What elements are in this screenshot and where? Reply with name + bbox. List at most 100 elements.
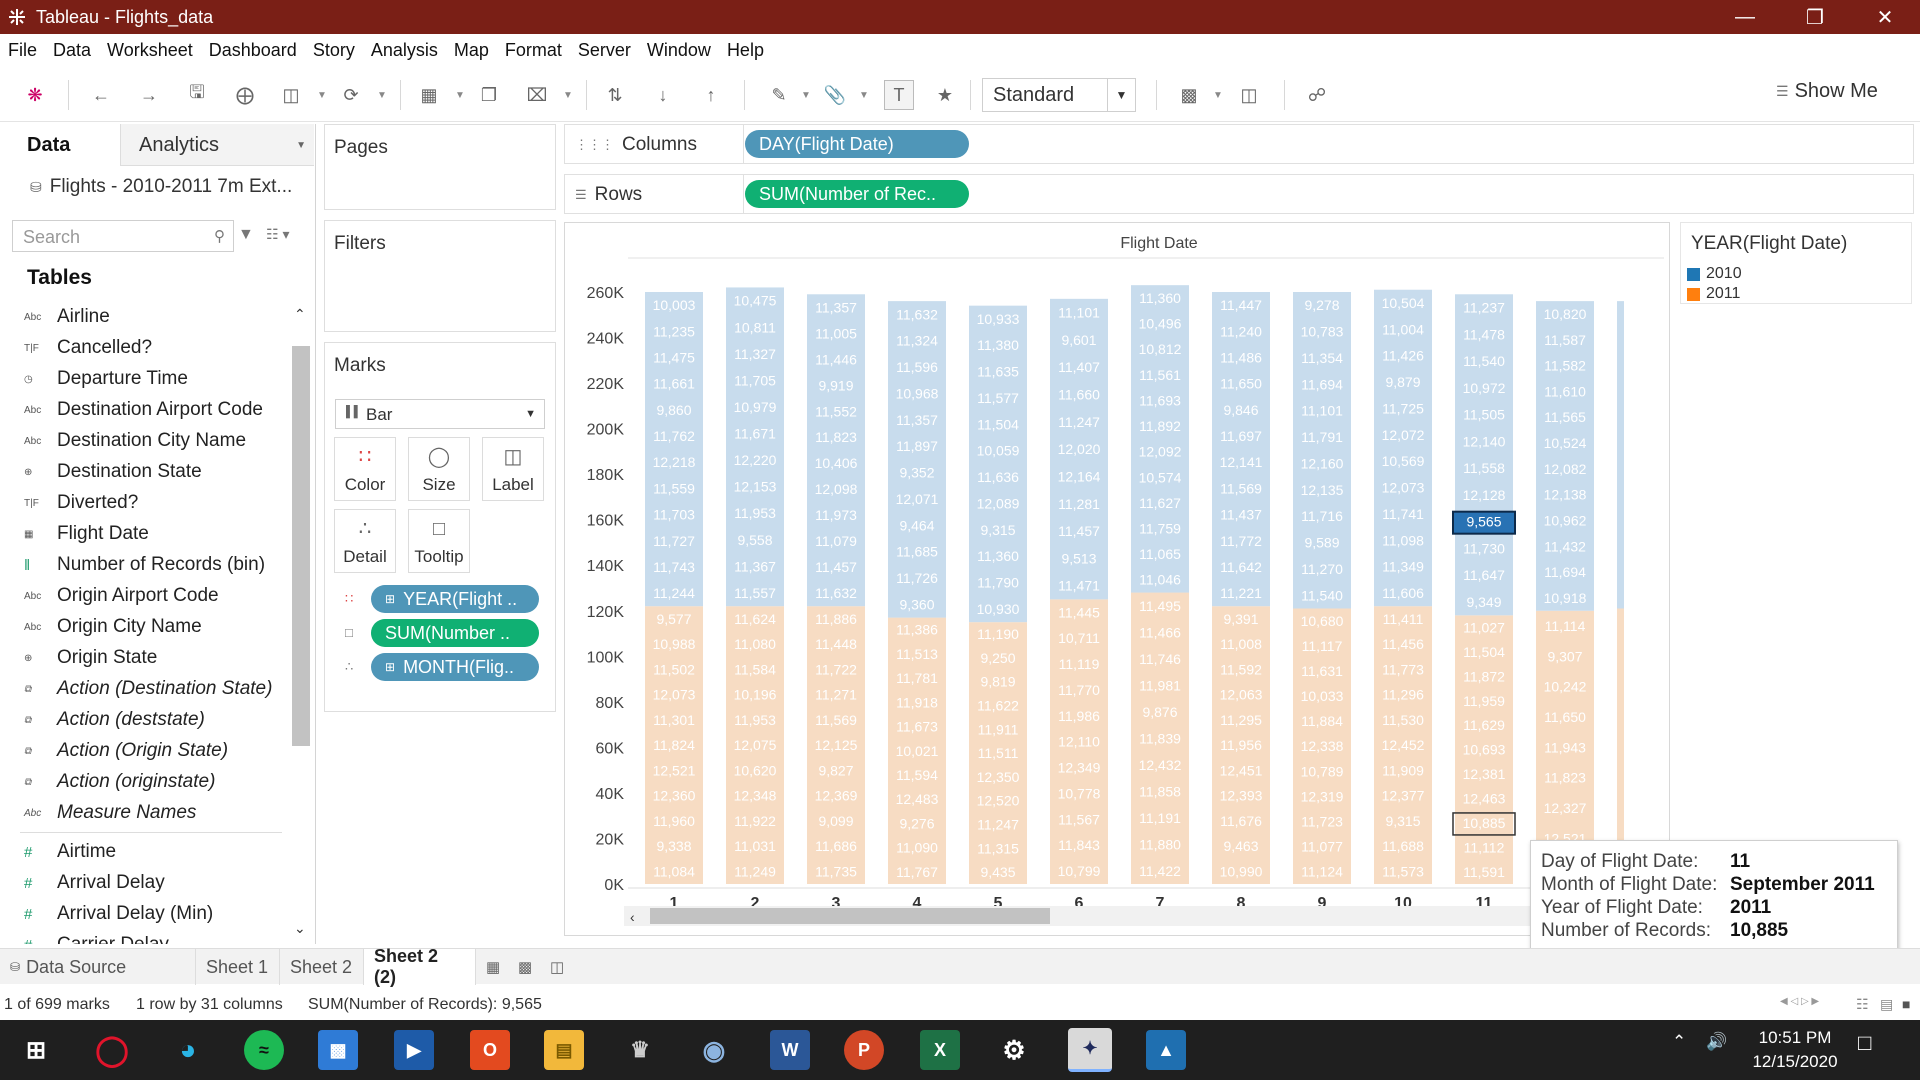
- dropdown-caret-icon[interactable]: ▼: [316, 82, 328, 108]
- tab-data-source[interactable]: ⛁ Data Source: [0, 949, 196, 985]
- windows-start-icon[interactable]: ⊞: [16, 1030, 56, 1070]
- month-detail-pill[interactable]: ⊞ MONTH(Flig..: [371, 653, 539, 681]
- control-panel-icon[interactable]: ▩: [318, 1030, 358, 1070]
- spotify-icon[interactable]: ≈: [244, 1030, 284, 1070]
- filter-icon[interactable]: ▼: [238, 226, 254, 244]
- field-item[interactable]: Abc Origin City Name: [0, 612, 290, 642]
- new-worksheet-icon[interactable]: ▦: [486, 958, 500, 976]
- sort-ascending-icon[interactable]: ↓: [650, 82, 676, 108]
- menu-worksheet[interactable]: Worksheet: [99, 40, 201, 61]
- duplicate-sheet-icon[interactable]: ❐: [476, 82, 502, 108]
- field-item[interactable]: T|F Diverted?: [0, 488, 290, 518]
- field-item[interactable]: ◷ Departure Time: [0, 364, 290, 394]
- tab-sheet-1[interactable]: Sheet 1: [196, 949, 280, 985]
- dropdown-caret-icon[interactable]: ▼: [376, 82, 388, 108]
- field-item[interactable]: ⧉ Action (deststate): [0, 705, 290, 735]
- tooltip-button[interactable]: □ Tooltip: [408, 509, 470, 573]
- tab-sheet-2[interactable]: Sheet 2: [280, 949, 364, 985]
- photos-icon[interactable]: ▲: [1146, 1030, 1186, 1070]
- bar-chart[interactable]: Flight Date 0K 20K 40K 60K 80K 100K 120K 140K 160…: [564, 222, 1670, 936]
- show-me-button[interactable]: ☰ Show Me: [1776, 80, 1878, 103]
- tray-chevron-icon[interactable]: ⌃: [1672, 1032, 1686, 1052]
- datasource-item[interactable]: ⛁ Flights - 2010-2011 7m Ext...: [30, 176, 292, 198]
- color-button[interactable]: ∷ Color: [334, 437, 396, 501]
- fit-select[interactable]: Standard ▼: [982, 78, 1136, 112]
- dropdown-caret-icon[interactable]: ▼: [1212, 82, 1224, 108]
- sort-descending-icon[interactable]: ↑: [698, 82, 724, 108]
- field-item[interactable]: # Airtime: [0, 837, 290, 867]
- filmstrip-icon[interactable]: ▤: [1880, 996, 1893, 1013]
- pause-updates-icon[interactable]: ◫: [278, 82, 304, 108]
- menu-help[interactable]: Help: [719, 40, 772, 61]
- menu-data[interactable]: Data: [45, 40, 99, 61]
- new-datasource-icon[interactable]: ⨁: [232, 82, 258, 108]
- dropdown-caret-icon[interactable]: ▼: [800, 82, 812, 108]
- field-item[interactable]: # Arrival Delay: [0, 868, 290, 898]
- sheet-nav-icons[interactable]: ◀ ◁ ▷ ▶: [1780, 996, 1819, 1007]
- new-worksheet-icon[interactable]: ▦: [416, 82, 442, 108]
- view-options-icon[interactable]: ☷ ▾: [266, 226, 289, 243]
- size-button[interactable]: ◯ Size: [408, 437, 470, 501]
- field-item[interactable]: ⊕ Destination State: [0, 457, 290, 487]
- field-item[interactable]: Abc Destination Airport Code: [0, 395, 290, 425]
- office-icon[interactable]: O: [470, 1030, 510, 1070]
- presentation-mode-icon[interactable]: ◫: [1236, 82, 1262, 108]
- opera-icon[interactable]: ◯: [92, 1030, 132, 1070]
- new-dashboard-icon[interactable]: ▩: [518, 958, 532, 976]
- filters-card[interactable]: Filters: [324, 220, 556, 332]
- clear-sheet-icon[interactable]: ⌧: [524, 82, 550, 108]
- redo-icon[interactable]: →: [136, 82, 162, 108]
- media-player-icon[interactable]: ▶: [394, 1030, 434, 1070]
- legend-item-2010[interactable]: 2010: [1687, 265, 1742, 283]
- dropdown-caret-icon[interactable]: ▼: [562, 82, 574, 108]
- tab-data[interactable]: Data: [0, 124, 120, 166]
- field-item[interactable]: ⧉ Action (originstate): [0, 767, 290, 797]
- legend-item-2011[interactable]: 2011: [1687, 285, 1740, 303]
- menu-format[interactable]: Format: [497, 40, 570, 61]
- menu-dashboard[interactable]: Dashboard: [201, 40, 305, 61]
- menu-analysis[interactable]: Analysis: [363, 40, 446, 61]
- menu-file[interactable]: File: [0, 40, 45, 61]
- dropdown-caret-icon[interactable]: ▼: [454, 82, 466, 108]
- excel-icon[interactable]: X: [920, 1030, 960, 1070]
- powerpoint-icon[interactable]: P: [844, 1030, 884, 1070]
- volume-icon[interactable]: 🔊: [1706, 1032, 1727, 1052]
- close-icon[interactable]: ✕: [1850, 0, 1920, 34]
- detail-button[interactable]: ∴ Detail: [334, 509, 396, 573]
- sum-label-pill[interactable]: SUM(Number ..: [371, 619, 539, 647]
- edge-icon[interactable]: ◕: [168, 1030, 208, 1070]
- field-item[interactable]: ‖ Number of Records (bin): [0, 550, 290, 580]
- field-item[interactable]: Abc Origin Airport Code: [0, 581, 290, 611]
- sum-number-of-records-pill[interactable]: SUM(Number of Rec..: [745, 180, 969, 208]
- scroll-up-icon[interactable]: ⌃: [294, 306, 306, 323]
- field-item[interactable]: ⧉ Action (Destination State): [0, 674, 290, 704]
- paint-icon[interactable]: ◉: [694, 1030, 734, 1070]
- tableau-home-icon[interactable]: ❋: [22, 82, 48, 108]
- menu-story[interactable]: Story: [305, 40, 363, 61]
- field-item[interactable]: ⊕ Origin State: [0, 643, 290, 673]
- day-flight-date-pill[interactable]: DAY(Flight Date): [745, 130, 969, 158]
- menu-window[interactable]: Window: [639, 40, 719, 61]
- field-item[interactable]: Abc Airline: [0, 302, 290, 332]
- system-clock[interactable]: 10:51 PM 12/15/2020: [1740, 1026, 1850, 1074]
- word-icon[interactable]: W: [770, 1030, 810, 1070]
- show-mark-labels-icon[interactable]: T: [884, 80, 914, 110]
- share-icon[interactable]: ☍: [1304, 82, 1330, 108]
- dropdown-caret-icon[interactable]: ▼: [858, 82, 870, 108]
- fix-axes-icon[interactable]: ★: [932, 82, 958, 108]
- field-item[interactable]: Abc Measure Names: [0, 798, 290, 828]
- minimize-icon[interactable]: —: [1710, 0, 1780, 34]
- field-item[interactable]: # Arrival Delay (Min): [0, 899, 290, 929]
- scroll-down-icon[interactable]: ⌄: [294, 920, 306, 937]
- group-members-icon[interactable]: 📎: [822, 82, 848, 108]
- field-list-scrollbar[interactable]: ⌃ ⌄: [290, 302, 312, 944]
- tableau-taskbar-icon[interactable]: ✦: [1068, 1028, 1112, 1072]
- field-item[interactable]: #Carrier Delay: [0, 930, 290, 944]
- columns-shelf[interactable]: ⋮⋮⋮ Columns DAY(Flight Date): [564, 124, 1914, 164]
- search-input[interactable]: Search ⚲: [12, 220, 234, 252]
- menu-map[interactable]: Map: [446, 40, 497, 61]
- file-explorer-icon[interactable]: ▤: [544, 1030, 584, 1070]
- label-button[interactable]: ◫ Label: [482, 437, 544, 501]
- swap-rows-columns-icon[interactable]: ⇅: [602, 82, 628, 108]
- highlight-icon[interactable]: ✎: [766, 82, 792, 108]
